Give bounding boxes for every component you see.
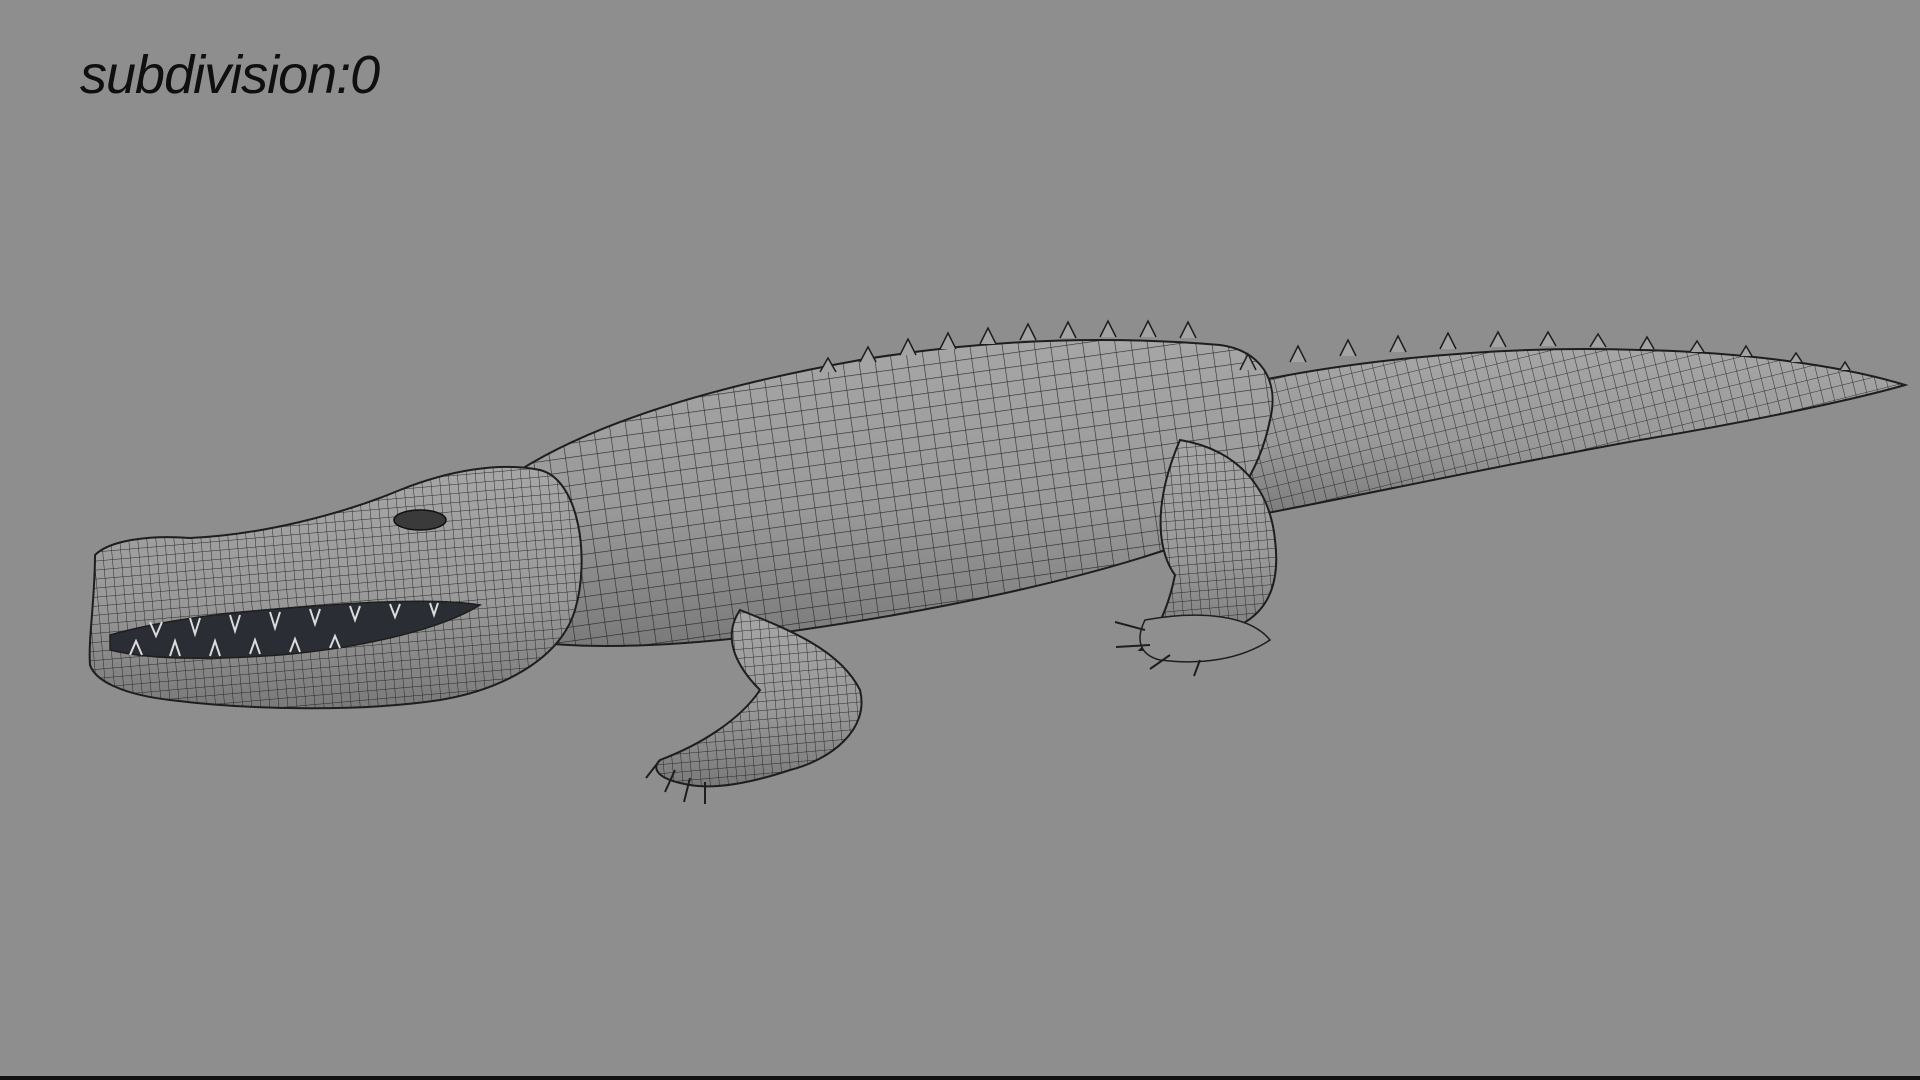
viewport-bottom-border: [0, 1076, 1920, 1080]
hind-foot: [1139, 614, 1272, 663]
body-mesh: [496, 339, 1274, 647]
head-mesh: [88, 465, 583, 710]
crocodile-mesh-model[interactable]: [0, 0, 1920, 1080]
tail-mesh: [1178, 348, 1909, 522]
3d-viewport[interactable]: subdivision:0: [0, 0, 1920, 1080]
eye: [393, 509, 447, 531]
